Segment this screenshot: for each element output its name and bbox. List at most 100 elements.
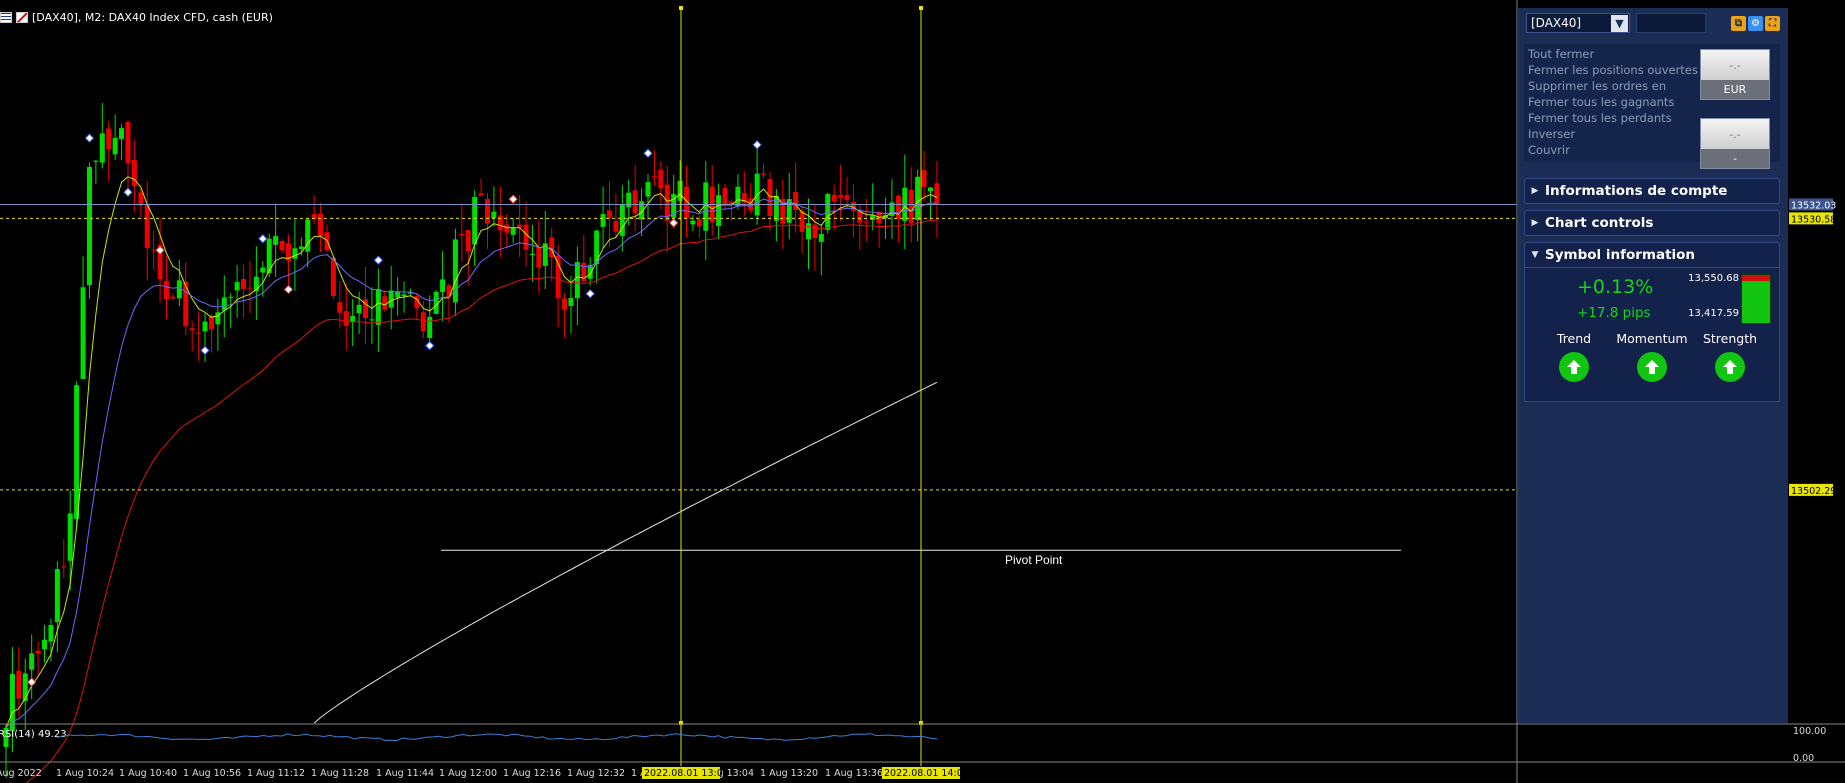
candle-body (613, 221, 619, 232)
caret-down-icon: ▼ (1531, 250, 1539, 260)
signal-marker (283, 284, 294, 295)
candle-body (626, 192, 632, 208)
action-close-all[interactable]: Tout fermer (1528, 46, 1698, 62)
section-chart-controls[interactable]: ▶ Chart controls (1524, 210, 1780, 236)
signal-marker (508, 194, 518, 204)
candle-body (196, 332, 202, 334)
candle-body (298, 246, 304, 249)
candle-body (144, 204, 150, 249)
candle-body (934, 183, 940, 205)
signal-marker (752, 140, 762, 150)
ma-line-slow (25, 219, 937, 783)
level-tag: 13502.29 (1791, 486, 1836, 497)
candle-body (247, 287, 253, 289)
candle-body (119, 128, 125, 139)
candle-body (74, 385, 80, 519)
candle-body (658, 169, 664, 189)
expand-icon[interactable]: ⛶ (1765, 15, 1780, 31)
signal-marker (258, 234, 268, 244)
candle-body (183, 281, 189, 327)
change-percent: +0.13% (1577, 276, 1654, 298)
candle-body (388, 290, 394, 308)
candle-body (440, 279, 446, 292)
rsi-tick-label: 100.00 (1793, 726, 1826, 737)
candle-body (86, 166, 92, 286)
symbol-info-body: +0.13% +17.8 pips 13,550.68 13,417.59 Tr… (1524, 268, 1780, 402)
caret-right-icon: ▶ (1531, 218, 1539, 228)
current-price-tag: 13532.03 (1791, 200, 1836, 211)
section-chart-controls-label: Chart controls (1545, 215, 1654, 231)
action-close-winners[interactable]: Fermer tous les gagnants (1528, 94, 1698, 110)
sell-button[interactable]: -.- - (1700, 118, 1770, 169)
signal-marker (585, 288, 595, 299)
action-close-losers[interactable]: Fermer tous les perdants (1528, 110, 1698, 126)
indicator-strength-label: Strength (1702, 331, 1758, 346)
section-account-info-label: Informations de compte (1545, 183, 1728, 199)
x-tick-label: 1 Aug 13:20 (760, 768, 818, 779)
candle-body (330, 257, 336, 297)
indicator-momentum: Momentum (1616, 331, 1688, 382)
symbol-select[interactable]: [DAX40] ▼ (1526, 13, 1630, 33)
candle-body (818, 233, 824, 242)
menu-grid-icon[interactable] (0, 11, 12, 23)
vertical-line-handle (919, 6, 923, 10)
x-tick-label: 1 Aug 11:28 (311, 768, 369, 779)
candle-body (831, 194, 837, 202)
candle-body (395, 291, 401, 298)
candle-body (29, 653, 35, 670)
candle-body (202, 321, 208, 332)
candle-body (677, 180, 683, 201)
action-hedge[interactable]: Couvrir (1528, 142, 1698, 158)
rsi-tick-label: 0.00 (1793, 753, 1814, 764)
buy-button[interactable]: -.- EUR (1700, 49, 1770, 100)
candle-body (42, 639, 48, 650)
chevron-down-icon[interactable]: ▼ (1611, 14, 1628, 32)
symbol-select-value: [DAX40] (1531, 16, 1582, 30)
candle-body (485, 198, 490, 224)
candle-body (504, 224, 510, 233)
candle-body (228, 296, 234, 298)
x-tick-label: 1 Aug 10:40 (119, 768, 177, 779)
x-tick-label: 1 Aug 12:32 (567, 768, 625, 779)
signal-marker (425, 340, 435, 351)
markers-layer (26, 133, 762, 687)
level-lines-layer: Pivot Point (0, 203, 1517, 567)
panel-toolbar: [DAX40] ▼ ⧉ ⚙ ⛶ (1518, 8, 1788, 38)
candle-body (16, 670, 22, 699)
indicator-strength: Strength (1694, 331, 1766, 382)
range-bar (1741, 274, 1771, 324)
section-symbol-info[interactable]: ▼ Symbol information (1524, 242, 1780, 268)
candle-body (645, 182, 651, 197)
moving-averages-layer (5, 176, 938, 783)
action-delete-orders[interactable]: Supprimer les ordres en (1528, 78, 1698, 94)
arrow-up-icon (1637, 352, 1667, 382)
candle-body (735, 186, 741, 207)
section-account-info[interactable]: ▶ Informations de compte (1524, 178, 1780, 204)
signal-marker (26, 677, 37, 687)
gear-icon[interactable]: ⚙ (1748, 15, 1763, 31)
signal-marker (155, 245, 165, 255)
volume-input[interactable] (1636, 13, 1706, 33)
candle-body (459, 233, 465, 236)
candle-body (221, 297, 227, 311)
candle-body (343, 311, 349, 326)
candle-body (151, 249, 157, 251)
candle-body (606, 210, 612, 219)
action-list: Tout fermer Fermer les positions ouverte… (1528, 46, 1698, 158)
caret-right-icon: ▶ (1531, 186, 1539, 196)
chart-title-bar: [DAX40], M2: DAX40 Index CFD, cash (EUR) (0, 9, 273, 25)
ma-line-long (313, 381, 938, 724)
candle-body (799, 211, 805, 232)
candle-body (337, 302, 343, 313)
copy-icon[interactable]: ⧉ (1731, 15, 1746, 31)
x-tick-label: 1 Aug 11:12 (247, 768, 305, 779)
indicator-trend: Trend (1538, 331, 1610, 382)
action-reverse[interactable]: Inverser (1528, 126, 1698, 142)
chart-type-icon[interactable] (16, 11, 28, 23)
candle-body (844, 194, 850, 200)
candle-body (921, 170, 927, 187)
candle-body (292, 248, 298, 259)
arrow-up-icon (1715, 352, 1745, 382)
action-close-open-positions[interactable]: Fermer les positions ouvertes (1528, 62, 1698, 78)
range-bar-high-zone (1742, 275, 1770, 281)
